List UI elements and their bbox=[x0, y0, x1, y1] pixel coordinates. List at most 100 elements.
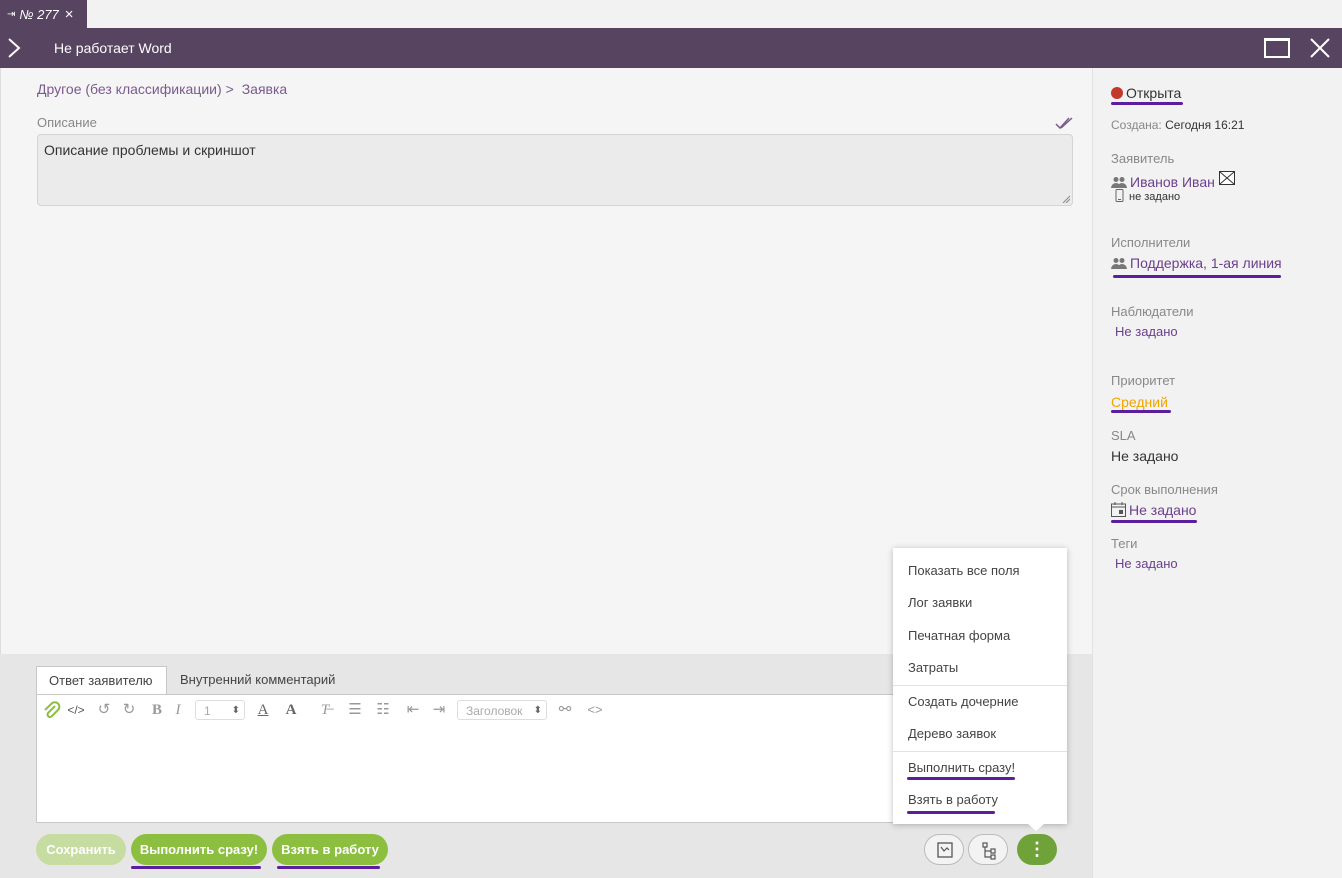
highlight-underline bbox=[907, 777, 1015, 780]
observers-label: Наблюдатели bbox=[1111, 304, 1194, 319]
attach-icon[interactable] bbox=[41, 700, 61, 720]
breadcrumb-category[interactable]: Другое (без классификации) bbox=[37, 81, 222, 97]
highlight-underline bbox=[277, 866, 380, 869]
broken-image-icon bbox=[1218, 171, 1235, 185]
sla-label: SLA bbox=[1111, 428, 1136, 443]
requester-phone-value: не задано bbox=[1129, 191, 1181, 203]
editor-toolbar: </> ↺ ↻ B I 1 ⬍ A A T̶ ☰ ☷ ⇤ ⇥ Заголовок ⬍… bbox=[37, 695, 905, 725]
menu-divider bbox=[893, 751, 1067, 752]
tab-reply-to-requester[interactable]: Ответ заявителю bbox=[36, 666, 167, 695]
phone-icon bbox=[1115, 189, 1124, 202]
tab-strip: ⇥ № 277 × bbox=[0, 0, 1342, 28]
double-check-icon[interactable] bbox=[1055, 116, 1073, 130]
created-info: Создана: Сегодня 16:21 bbox=[1111, 118, 1244, 132]
people-icon bbox=[1111, 258, 1127, 269]
menu-item-take-to-work[interactable]: Взять в работу bbox=[908, 792, 998, 807]
tab-internal-comment[interactable]: Внутренний комментарий bbox=[168, 666, 347, 695]
menu-item-show-all-fields[interactable]: Показать все поля bbox=[908, 563, 1020, 578]
font-size-value: 1 bbox=[204, 704, 211, 718]
pin-icon: ⇥ bbox=[7, 8, 16, 20]
calendar-icon bbox=[1111, 502, 1126, 517]
ticket-sidebar: Открыта Создана: Сегодня 16:21 Заявитель… bbox=[1092, 68, 1342, 878]
created-value: Сегодня 16:21 bbox=[1165, 118, 1245, 132]
redo-icon[interactable]: ↻ bbox=[120, 700, 138, 720]
outdent-icon[interactable]: ⇤ bbox=[403, 700, 423, 720]
tags-value[interactable]: Не задано bbox=[1115, 556, 1178, 571]
bold-icon[interactable]: B bbox=[149, 700, 165, 720]
highlight-underline bbox=[1111, 410, 1171, 413]
sla-value: Не задано bbox=[1111, 448, 1179, 464]
link-icon[interactable]: ⚯ bbox=[555, 700, 575, 720]
menu-divider bbox=[893, 685, 1067, 686]
font-size-select[interactable]: 1 ⬍ bbox=[195, 700, 245, 720]
highlight-underline bbox=[1111, 520, 1197, 523]
document-icon bbox=[937, 842, 953, 858]
bullet-list-icon[interactable]: ☰ bbox=[345, 700, 365, 720]
deadline-label: Срок выполнения bbox=[1111, 482, 1218, 497]
take-to-work-button[interactable]: Взять в работу bbox=[272, 834, 388, 865]
status-dot-icon bbox=[1111, 87, 1123, 99]
deadline-value[interactable]: Не задано bbox=[1111, 502, 1196, 518]
background-color-icon[interactable]: A bbox=[281, 700, 301, 720]
chevron-updown-icon: ⬍ bbox=[533, 705, 542, 716]
clear-format-icon[interactable]: T̶ bbox=[315, 700, 335, 720]
complete-now-button[interactable]: Выполнить сразу! bbox=[131, 834, 267, 865]
highlight-underline bbox=[131, 866, 261, 869]
description-label: Описание bbox=[37, 115, 97, 130]
breadcrumb-type[interactable]: Заявка bbox=[242, 81, 287, 97]
heading-select-value: Заголовок bbox=[466, 704, 523, 718]
breadcrumb-separator: > bbox=[225, 81, 234, 97]
priority-label: Приоритет bbox=[1111, 373, 1176, 388]
expand-sidebar-icon[interactable] bbox=[4, 37, 24, 59]
highlight-underline bbox=[1113, 275, 1281, 278]
tree-icon bbox=[982, 842, 996, 860]
resize-grip-icon[interactable] bbox=[1062, 195, 1070, 203]
status-text: Открыта bbox=[1126, 85, 1182, 101]
executors-text: Поддержка, 1-ая линия bbox=[1130, 255, 1282, 271]
code-icon[interactable]: <> bbox=[585, 700, 605, 720]
observers-value[interactable]: Не задано bbox=[1115, 324, 1178, 339]
more-actions-button[interactable]: ⋮ bbox=[1017, 834, 1057, 865]
indent-icon[interactable]: ⇥ bbox=[429, 700, 449, 720]
italic-icon[interactable]: I bbox=[171, 700, 185, 720]
close-icon[interactable] bbox=[1308, 36, 1332, 60]
people-icon bbox=[1111, 177, 1127, 188]
reply-editor[interactable]: </> ↺ ↻ B I 1 ⬍ A A T̶ ☰ ☷ ⇤ ⇥ Заголовок ⬍… bbox=[36, 694, 906, 823]
actions-menu: Показать все поля Лог заявки Печатная фо… bbox=[893, 548, 1067, 824]
requester-value[interactable]: Иванов Иван bbox=[1111, 171, 1235, 190]
description-field[interactable]: Описание проблемы и скриншот bbox=[37, 134, 1073, 206]
text-color-icon[interactable]: A bbox=[253, 700, 273, 720]
ticket-window: ⇥ № 277 × Не работает Word Другое (без к… bbox=[0, 0, 1342, 878]
created-label: Создана: bbox=[1111, 118, 1162, 132]
deadline-text: Не задано bbox=[1129, 502, 1197, 518]
tags-label: Теги bbox=[1111, 536, 1138, 551]
ticket-tab-label: № 277 bbox=[19, 6, 59, 22]
menu-item-print-form[interactable]: Печатная форма bbox=[908, 628, 1010, 643]
status-value[interactable]: Открыта bbox=[1111, 85, 1181, 101]
maximize-icon[interactable] bbox=[1264, 38, 1290, 58]
ticket-header: Не работает Word bbox=[0, 28, 1342, 68]
print-form-button[interactable] bbox=[924, 834, 964, 865]
highlight-underline bbox=[907, 811, 995, 814]
requester-phone: не задано bbox=[1115, 189, 1180, 203]
priority-value[interactable]: Средний bbox=[1111, 394, 1168, 410]
ticket-tab[interactable]: ⇥ № 277 × bbox=[0, 0, 87, 28]
menu-item-expenses[interactable]: Затраты bbox=[908, 660, 958, 675]
menu-item-ticket-tree[interactable]: Дерево заявок bbox=[908, 726, 996, 741]
menu-item-create-child[interactable]: Создать дочерние bbox=[908, 694, 1018, 709]
heading-select[interactable]: Заголовок ⬍ bbox=[457, 700, 547, 720]
menu-item-ticket-log[interactable]: Лог заявки bbox=[908, 595, 972, 610]
source-code-icon[interactable]: </> bbox=[65, 700, 87, 720]
breadcrumb: Другое (без классификации) > Заявка bbox=[37, 81, 287, 97]
numbered-list-icon[interactable]: ☷ bbox=[373, 700, 393, 720]
tab-close-icon[interactable]: × bbox=[65, 7, 74, 22]
undo-icon[interactable]: ↺ bbox=[95, 700, 113, 720]
ticket-tree-button[interactable] bbox=[968, 834, 1008, 865]
menu-item-complete-now[interactable]: Выполнить сразу! bbox=[908, 760, 1015, 775]
highlight-underline bbox=[1111, 102, 1183, 105]
executors-label: Исполнители bbox=[1111, 235, 1191, 250]
executors-value[interactable]: Поддержка, 1-ая линия bbox=[1111, 255, 1282, 271]
menu-caret bbox=[1028, 824, 1044, 831]
save-button[interactable]: Сохранить bbox=[36, 834, 126, 865]
chevron-updown-icon: ⬍ bbox=[231, 705, 240, 716]
